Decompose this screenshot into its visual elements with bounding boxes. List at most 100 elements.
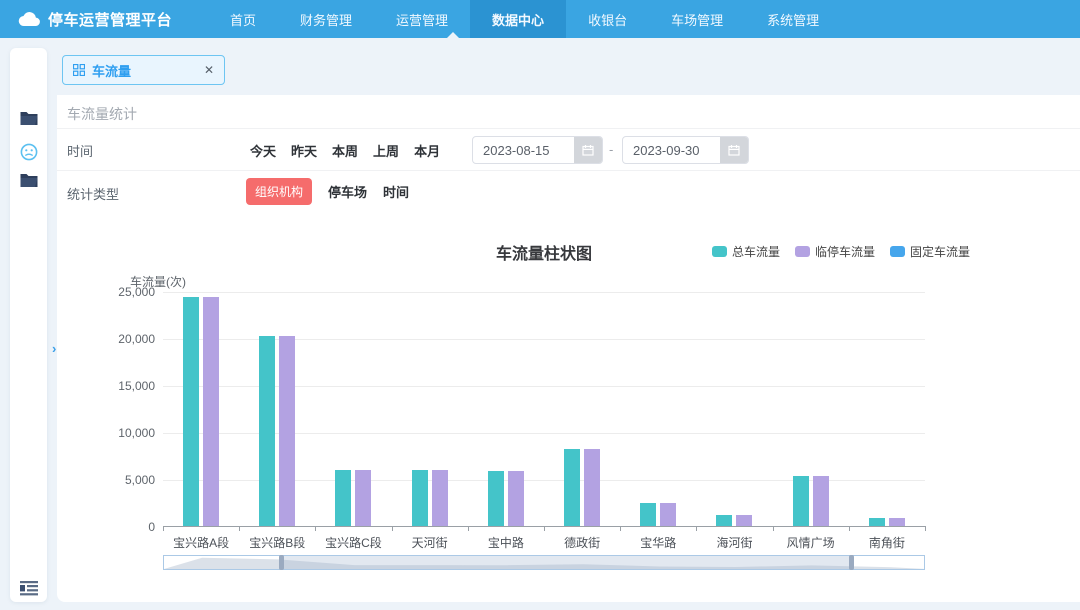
x-axis-tick bbox=[620, 526, 621, 531]
x-axis-label-1: 宝兴路B段 bbox=[239, 534, 315, 551]
active-nav-pointer bbox=[447, 32, 459, 38]
y-tick-label: 20,000 bbox=[57, 332, 155, 346]
quick-date-option-4[interactable]: 本月 bbox=[414, 141, 440, 160]
bar-总车流量[interactable] bbox=[412, 470, 428, 526]
bar-group-9 bbox=[849, 292, 925, 526]
bar-总车流量[interactable] bbox=[488, 471, 504, 526]
divider bbox=[57, 128, 1080, 129]
bar-总车流量[interactable] bbox=[183, 297, 199, 526]
bar-临停车流量[interactable] bbox=[432, 470, 448, 526]
legend-label: 总车流量 bbox=[732, 243, 780, 260]
sidebar-rail bbox=[10, 48, 47, 602]
folder-icon[interactable] bbox=[19, 172, 38, 188]
sidebar-expand-toggle[interactable]: › bbox=[52, 341, 56, 356]
quick-date-option-2[interactable]: 本周 bbox=[332, 141, 358, 160]
tab-traffic-volume[interactable]: 车流量 ✕ bbox=[62, 55, 225, 85]
bar-group-2 bbox=[315, 292, 391, 526]
legend-swatch bbox=[795, 246, 810, 257]
date-range-separator: - bbox=[609, 142, 613, 157]
bar-临停车流量[interactable] bbox=[203, 297, 219, 526]
legend-item-2[interactable]: 固定车流量 bbox=[890, 243, 970, 260]
stat-type-option-2[interactable]: 时间 bbox=[383, 182, 409, 201]
x-axis-label-8: 风情广场 bbox=[773, 534, 849, 551]
bar-总车流量[interactable] bbox=[640, 503, 656, 526]
bar-临停车流量[interactable] bbox=[736, 515, 752, 526]
stat-type-option-0[interactable]: 组织机构 bbox=[246, 178, 312, 205]
bar-临停车流量[interactable] bbox=[813, 476, 829, 526]
x-axis-tick bbox=[696, 526, 697, 531]
bar-临停车流量[interactable] bbox=[660, 503, 676, 526]
x-axis-label-7: 海河街 bbox=[696, 534, 772, 551]
stat-type-options: 组织机构停车场时间 bbox=[246, 178, 409, 205]
stat-type-option-1[interactable]: 停车场 bbox=[328, 182, 367, 201]
panel-title: 车流量统计 bbox=[67, 104, 137, 124]
x-axis-label-3: 天河街 bbox=[392, 534, 468, 551]
x-axis-tick bbox=[392, 526, 393, 531]
x-axis-label-9: 南角街 bbox=[849, 534, 925, 551]
y-tick-label: 15,000 bbox=[57, 379, 155, 393]
x-axis-label-4: 宝中路 bbox=[468, 534, 544, 551]
datazoom-handle-left[interactable] bbox=[279, 555, 284, 570]
bar-总车流量[interactable] bbox=[335, 470, 351, 526]
legend-swatch bbox=[712, 246, 727, 257]
quick-date-option-1[interactable]: 昨天 bbox=[291, 141, 317, 160]
y-tick-label: 10,000 bbox=[57, 426, 155, 440]
bar-总车流量[interactable] bbox=[793, 476, 809, 526]
folder-icon[interactable] bbox=[19, 110, 38, 126]
datazoom-handle-right[interactable] bbox=[849, 555, 854, 570]
legend-label: 临停车流量 bbox=[815, 243, 875, 260]
date-end-value: 2023-09-30 bbox=[623, 143, 720, 158]
nav-item-5[interactable]: 车场管理 bbox=[649, 0, 745, 38]
face-icon[interactable] bbox=[20, 143, 38, 161]
x-axis-tick bbox=[773, 526, 774, 531]
x-axis-tick bbox=[925, 526, 926, 531]
filter-label-stat-type: 统计类型 bbox=[67, 184, 119, 203]
bar-group-4 bbox=[468, 292, 544, 526]
datazoom-selection[interactable] bbox=[281, 556, 851, 569]
bar-临停车流量[interactable] bbox=[584, 449, 600, 526]
date-end-input[interactable]: 2023-09-30 bbox=[622, 136, 749, 164]
bar-总车流量[interactable] bbox=[259, 336, 275, 526]
top-nav-bar: 停车运营管理平台 首页财务管理运营管理数据中心收银台车场管理系统管理 bbox=[0, 0, 1080, 38]
date-start-value: 2023-08-15 bbox=[473, 143, 574, 158]
collapse-menu-icon[interactable] bbox=[19, 580, 39, 596]
datazoom-slider[interactable] bbox=[163, 555, 925, 570]
x-axis-tick bbox=[315, 526, 316, 531]
bar-group-3 bbox=[392, 292, 468, 526]
x-axis-label-0: 宝兴路A段 bbox=[163, 534, 239, 551]
nav-item-4[interactable]: 收银台 bbox=[566, 0, 649, 38]
quick-date-option-3[interactable]: 上周 bbox=[373, 141, 399, 160]
bar-总车流量[interactable] bbox=[869, 518, 885, 526]
x-axis-labels: 宝兴路A段宝兴路B段宝兴路C段天河街宝中路德政街宝华路海河街风情广场南角街 bbox=[163, 534, 925, 550]
nav-item-3[interactable]: 数据中心 bbox=[470, 0, 566, 38]
main-content: 车流量 ✕ 车流量统计 时间 今天昨天本周上周本月 2023-08-15 - 2… bbox=[57, 38, 1080, 610]
y-tick-label: 0 bbox=[57, 520, 155, 534]
legend-item-1[interactable]: 临停车流量 bbox=[795, 243, 875, 260]
nav-item-0[interactable]: 首页 bbox=[208, 0, 278, 38]
chart-legend: 总车流量 临停车流量固定车流量 bbox=[712, 243, 970, 260]
bar-group-8 bbox=[773, 292, 849, 526]
calendar-icon[interactable] bbox=[720, 137, 748, 163]
nav-item-6[interactable]: 系统管理 bbox=[745, 0, 841, 38]
close-icon[interactable]: ✕ bbox=[204, 63, 214, 77]
bar-临停车流量[interactable] bbox=[355, 470, 371, 526]
calendar-icon[interactable] bbox=[574, 137, 602, 163]
x-axis-tick bbox=[544, 526, 545, 531]
bar-总车流量[interactable] bbox=[564, 449, 580, 526]
date-start-input[interactable]: 2023-08-15 bbox=[472, 136, 603, 164]
content-panel: 车流量统计 时间 今天昨天本周上周本月 2023-08-15 - 2023-09… bbox=[57, 95, 1080, 602]
calendar-glyph bbox=[728, 144, 740, 156]
bar-临停车流量[interactable] bbox=[508, 471, 524, 526]
app-title: 停车运营管理平台 bbox=[48, 9, 172, 30]
legend-item-0[interactable]: 总车流量 bbox=[712, 243, 780, 260]
grid-icon bbox=[73, 64, 85, 76]
bar-临停车流量[interactable] bbox=[279, 336, 295, 526]
nav-item-1[interactable]: 财务管理 bbox=[278, 0, 374, 38]
x-axis-tick bbox=[468, 526, 469, 531]
bar-临停车流量[interactable] bbox=[889, 518, 905, 526]
quick-date-option-0[interactable]: 今天 bbox=[250, 141, 276, 160]
bar-group-0 bbox=[163, 292, 239, 526]
x-axis-label-2: 宝兴路C段 bbox=[315, 534, 391, 551]
bar-总车流量[interactable] bbox=[716, 515, 732, 526]
bar-group-6 bbox=[620, 292, 696, 526]
